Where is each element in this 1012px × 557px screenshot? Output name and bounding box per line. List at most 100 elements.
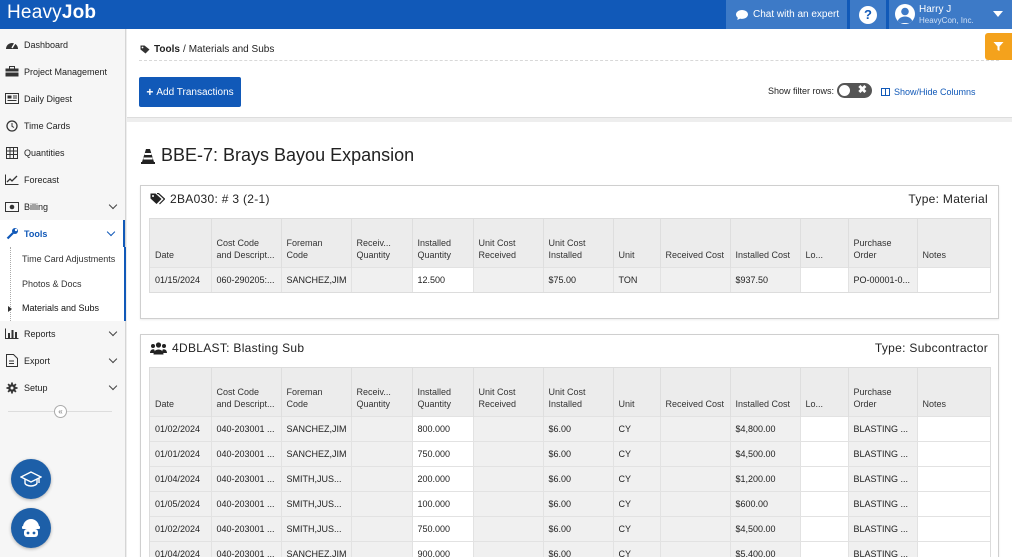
submenu-item-time-card-adjustments[interactable]: Time Card Adjustments bbox=[22, 254, 115, 264]
cell-unit-cost-received[interactable] bbox=[472, 415, 543, 441]
sidebar-item-daily-digest[interactable]: Daily Digest bbox=[0, 85, 125, 112]
cell-installed-cost[interactable]: $600.00 bbox=[729, 490, 800, 516]
show-hide-columns-button[interactable]: Show/Hide Columns bbox=[881, 87, 976, 97]
column-header-cost-code[interactable]: Cost Code and Descript... bbox=[210, 219, 281, 267]
cell-foreman-code[interactable]: SMITH,JUS... bbox=[280, 490, 351, 516]
table-row[interactable]: 01/05/2024 040-203001 ... SMITH,JUS... 100.… bbox=[150, 490, 990, 516]
cell-received-quantity[interactable] bbox=[350, 515, 412, 541]
column-header-location[interactable]: Lo... bbox=[799, 219, 848, 267]
submenu-item-materials-and-subs[interactable]: Materials and Subs bbox=[22, 303, 99, 313]
column-header-installed-cost[interactable]: Installed Cost bbox=[729, 219, 800, 267]
sidebar-item-dashboard[interactable]: Dashboard bbox=[0, 31, 125, 58]
user-menu[interactable]: Harry J HeavyCon, Inc. bbox=[889, 0, 1012, 29]
cell-unit-cost-received[interactable] bbox=[472, 465, 543, 491]
cell-installed-cost[interactable]: $1,200.00 bbox=[729, 465, 800, 491]
cell-installed-cost[interactable]: $937.50 bbox=[729, 266, 800, 292]
table-row[interactable]: 01/01/2024 040-203001 ... SANCHEZ,JIM 750.0… bbox=[150, 440, 990, 466]
cell-location[interactable] bbox=[799, 266, 848, 292]
column-header-received-quantity[interactable]: Receiv... Quantity bbox=[350, 219, 412, 267]
cell-unit[interactable]: CY bbox=[612, 540, 660, 557]
column-header-foreman-code[interactable]: Foreman Code bbox=[280, 368, 351, 416]
cell-location[interactable] bbox=[799, 540, 848, 557]
table-row[interactable]: 01/15/2024 060-290205:... SANCHEZ,JIM 12.50… bbox=[150, 266, 990, 292]
sidebar-item-project-management[interactable]: Project Management bbox=[0, 58, 125, 85]
cell-notes[interactable] bbox=[916, 266, 990, 292]
cell-purchase-order[interactable]: BLASTING ... bbox=[847, 465, 917, 491]
cell-foreman-code[interactable]: SANCHEZ,JIM bbox=[280, 540, 351, 557]
cell-received-cost[interactable] bbox=[659, 465, 730, 491]
column-header-unit-cost-received[interactable]: Unit Cost Received bbox=[472, 368, 543, 416]
sidebar-item-reports[interactable]: Reports bbox=[0, 320, 125, 347]
submenu-item-photos-docs[interactable]: Photos & Docs bbox=[22, 279, 82, 289]
table-row[interactable]: 01/02/2024 040-203001 ... SANCHEZ,JIM 800.0… bbox=[150, 415, 990, 441]
column-header-date[interactable]: Date bbox=[150, 368, 211, 416]
cell-installed-cost[interactable]: $4,800.00 bbox=[729, 415, 800, 441]
training-button[interactable] bbox=[11, 459, 51, 499]
cell-purchase-order[interactable]: BLASTING ... bbox=[847, 540, 917, 557]
table-row[interactable]: 01/02/2024 040-203001 ... SMITH,JUS... 750.… bbox=[150, 515, 990, 541]
cell-unit-cost-received[interactable] bbox=[472, 440, 543, 466]
column-header-unit-cost-installed[interactable]: Unit Cost Installed bbox=[542, 219, 613, 267]
cell-installed-quantity[interactable]: 100.000 bbox=[411, 490, 473, 516]
sidebar-item-quantities[interactable]: Quantities bbox=[0, 139, 125, 166]
cell-date[interactable]: 01/02/2024 bbox=[150, 515, 211, 541]
cell-unit-cost-received[interactable] bbox=[472, 266, 543, 292]
cell-installed-quantity[interactable]: 750.000 bbox=[411, 515, 473, 541]
cell-unit[interactable]: TON bbox=[612, 266, 660, 292]
cell-location[interactable] bbox=[799, 440, 848, 466]
cell-purchase-order[interactable]: BLASTING ... bbox=[847, 440, 917, 466]
cell-unit-cost-received[interactable] bbox=[472, 490, 543, 516]
column-header-installed-cost[interactable]: Installed Cost bbox=[729, 368, 800, 416]
column-header-received-quantity[interactable]: Receiv... Quantity bbox=[350, 368, 412, 416]
cell-notes[interactable] bbox=[916, 490, 990, 516]
cell-purchase-order[interactable]: BLASTING ... bbox=[847, 515, 917, 541]
cell-date[interactable]: 01/04/2024 bbox=[150, 540, 211, 557]
column-header-purchase-order[interactable]: Purchase Order bbox=[847, 219, 917, 267]
column-header-purchase-order[interactable]: Purchase Order bbox=[847, 368, 917, 416]
cell-purchase-order[interactable]: BLASTING ... bbox=[847, 490, 917, 516]
cell-unit-cost-installed[interactable]: $6.00 bbox=[542, 465, 613, 491]
cell-installed-quantity[interactable]: 750.000 bbox=[411, 440, 473, 466]
cell-cost-code[interactable]: 040-203001 ... bbox=[210, 465, 281, 491]
cell-unit-cost-installed[interactable]: $6.00 bbox=[542, 540, 613, 557]
cell-date[interactable]: 01/05/2024 bbox=[150, 490, 211, 516]
cell-installed-quantity[interactable]: 200.000 bbox=[411, 465, 473, 491]
cell-unit-cost-received[interactable] bbox=[472, 515, 543, 541]
column-header-installed-quantity[interactable]: Installed Quantity bbox=[411, 368, 473, 416]
cell-received-cost[interactable] bbox=[659, 266, 730, 292]
column-header-unit-cost-received[interactable]: Unit Cost Received bbox=[472, 219, 543, 267]
cell-notes[interactable] bbox=[916, 515, 990, 541]
assistant-bot-button[interactable] bbox=[11, 508, 51, 548]
cell-notes[interactable] bbox=[916, 465, 990, 491]
column-header-location[interactable]: Lo... bbox=[799, 368, 848, 416]
cell-unit-cost-installed[interactable]: $6.00 bbox=[542, 415, 613, 441]
sidebar-item-billing[interactable]: Billing bbox=[0, 193, 125, 220]
cell-received-cost[interactable] bbox=[659, 540, 730, 557]
cell-cost-code[interactable]: 040-203001 ... bbox=[210, 440, 281, 466]
column-header-received-cost[interactable]: Received Cost bbox=[659, 219, 730, 267]
cell-notes[interactable] bbox=[916, 440, 990, 466]
cell-unit[interactable]: CY bbox=[612, 515, 660, 541]
cell-installed-cost[interactable]: $5,400.00 bbox=[729, 540, 800, 557]
sidebar-item-setup[interactable]: Setup bbox=[0, 374, 125, 401]
sidebar-item-export[interactable]: Export bbox=[0, 347, 125, 374]
cell-received-quantity[interactable] bbox=[350, 440, 412, 466]
cell-cost-code[interactable]: 060-290205:... bbox=[210, 266, 281, 292]
cell-installed-cost[interactable]: $4,500.00 bbox=[729, 515, 800, 541]
cell-location[interactable] bbox=[799, 515, 848, 541]
column-header-notes[interactable]: Notes bbox=[916, 368, 990, 416]
cell-installed-quantity[interactable]: 900.000 bbox=[411, 540, 473, 557]
column-header-unit[interactable]: Unit bbox=[612, 368, 660, 416]
breadcrumb-section[interactable]: Tools bbox=[154, 44, 180, 55]
cell-unit[interactable]: CY bbox=[612, 440, 660, 466]
cell-date[interactable]: 01/02/2024 bbox=[150, 415, 211, 441]
cell-foreman-code[interactable]: SMITH,JUS... bbox=[280, 465, 351, 491]
cell-unit-cost-installed[interactable]: $6.00 bbox=[542, 440, 613, 466]
sidebar-item-forecast[interactable]: Forecast bbox=[0, 166, 125, 193]
cell-received-quantity[interactable] bbox=[350, 540, 412, 557]
table-row[interactable]: 01/04/2024 040-203001 ... SANCHEZ,JIM 900.0… bbox=[150, 540, 990, 557]
column-header-date[interactable]: Date bbox=[150, 219, 211, 267]
cell-notes[interactable] bbox=[916, 540, 990, 557]
table-row[interactable]: 01/04/2024 040-203001 ... SMITH,JUS... 200.… bbox=[150, 465, 990, 491]
add-transactions-button[interactable]: + Add Transactions bbox=[139, 77, 241, 107]
